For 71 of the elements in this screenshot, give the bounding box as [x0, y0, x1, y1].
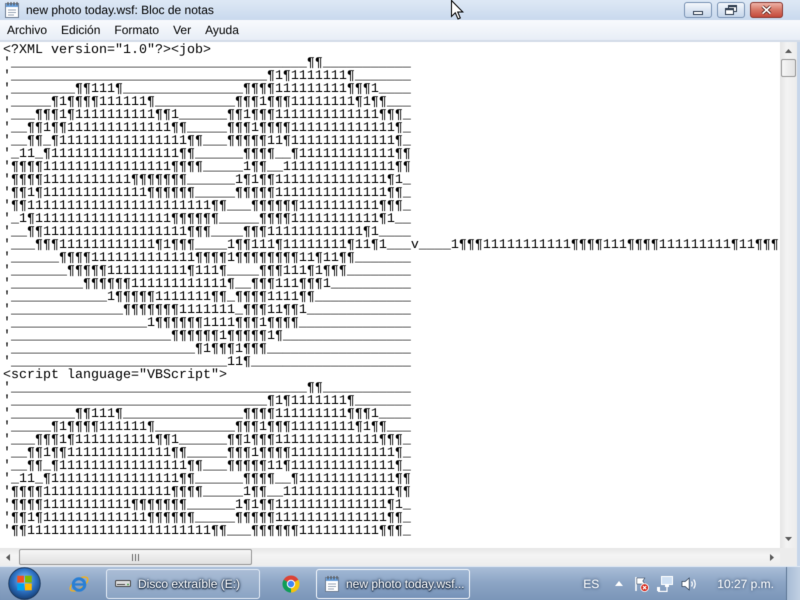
scroll-left-icon[interactable] — [6, 554, 10, 560]
grip-icon — [132, 554, 139, 560]
flag-error-icon[interactable] — [633, 576, 650, 592]
menu-item[interactable]: Ayuda — [198, 20, 246, 40]
text-line: '______________¶¶¶¶¶¶¶1111111_¶¶¶11¶¶1_____________ — [3, 304, 412, 317]
scroll-right-icon[interactable] — [770, 554, 774, 560]
text-line: '__¶¶1¶¶1111111111111¶¶_____¶¶¶1¶¶¶¶1111111111111¶_ — [3, 122, 412, 135]
scrollbar-thumb[interactable] — [781, 59, 796, 77]
text-line: '¶¶11111111111111111111111¶¶___¶¶¶¶¶¶1111111111¶¶¶_ — [3, 525, 412, 538]
restore-button[interactable] — [717, 2, 745, 18]
text-line: '_______¶¶¶¶¶1111111111¶111¶____¶¶¶111¶1¶¶¶________ — [3, 265, 412, 278]
restore-icon — [725, 5, 737, 15]
text-line: '__¶¶1¶¶1111111111111¶¶_____¶¶¶1¶¶¶¶1111111111111¶_ — [3, 447, 412, 460]
minimize-button[interactable] — [684, 2, 712, 18]
text-line: '________________________________¶1¶1111111¶_______ — [3, 395, 412, 408]
text-line: '_____¶1¶¶¶¶111111¶__________¶¶¶1¶¶¶11111111¶1¶¶___ — [3, 421, 412, 434]
scroll-up-icon[interactable] — [785, 49, 792, 53]
text-line: '________¶¶111¶_______________¶¶¶¶111111111¶¶¶1____ — [3, 83, 412, 96]
text-line: '__¶¶_¶1111111111111111¶¶___¶¶¶¶¶11¶1111111111111¶_ — [3, 135, 412, 148]
vertical-scrollbar[interactable] — [780, 42, 797, 548]
text-line: '¶¶¶¶11111111111¶¶¶¶¶¶¶______1¶1¶¶11111111111111¶1_ — [3, 174, 412, 187]
scrollbar-thumb[interactable] — [19, 549, 252, 565]
text-line: '¶¶1¶1111111111111¶¶¶¶¶¶_____¶¶¶¶¶11111111111111¶¶_ — [3, 187, 412, 200]
menu-item[interactable]: Ver — [166, 20, 198, 40]
notepad-icon — [325, 576, 339, 592]
text-line: '_____________________________________¶¶___________ — [3, 382, 412, 395]
text-line: '___¶¶¶1¶1111111111¶¶1______¶¶1¶¶¶1111111111111¶¶¶_ — [3, 109, 412, 122]
text-line: '____________________¶¶¶¶¶¶1¶¶¶¶¶1¶________________ — [3, 330, 412, 343]
close-button[interactable] — [750, 2, 783, 18]
text-line: '_11_¶1111111111111111¶¶______¶¶¶¶__¶111111111111¶¶ — [3, 473, 412, 486]
text-line: '__¶¶_¶1111111111111111¶¶___¶¶¶¶¶11¶1111111111111¶_ — [3, 460, 412, 473]
text-line: '¶¶¶¶1111111111111111¶¶¶¶_____1¶¶__11111111111111¶¶ — [3, 486, 412, 499]
scrollbar-corner — [780, 548, 797, 566]
menu-item[interactable]: Formato — [107, 20, 166, 40]
text-line: <script language="VBScript"> — [3, 369, 227, 382]
text-line: '_________________1¶¶¶¶¶¶1111¶¶¶1¶¶¶¶______________ — [3, 317, 412, 330]
speaker-icon[interactable] — [681, 576, 698, 592]
text-line: '__¶¶111111111111111111¶¶¶____¶¶¶111111111111¶1____ — [3, 226, 411, 239]
minimize-icon — [693, 11, 703, 15]
horizontal-scrollbar[interactable] — [0, 548, 780, 566]
caret-up-icon[interactable] — [615, 581, 624, 586]
text-line: '________¶¶111¶_______________¶¶¶¶111111111¶¶¶1____ — [3, 408, 412, 421]
notepad-icon — [5, 2, 19, 18]
text-line: '___¶¶¶1¶1111111111¶¶1______¶¶1¶¶¶1111111111111¶¶¶_ — [3, 434, 412, 447]
scroll-down-icon[interactable] — [785, 537, 792, 541]
text-line: '___________________________11¶____________________ — [3, 356, 412, 369]
network-icon[interactable] — [657, 576, 674, 592]
start-button[interactable] — [8, 567, 41, 600]
text-line: <?XML version="1.0"?><job> — [3, 44, 211, 57]
cursor-icon — [451, 0, 464, 20]
menu-item[interactable]: Edición — [54, 20, 108, 40]
text-line: '_____________________________________¶¶___________ — [3, 57, 412, 70]
text-line: '_______________________¶1¶¶¶1¶¶¶__________________ — [3, 343, 412, 356]
text-line: '¶¶¶¶1111111111111111¶¶¶¶_____1¶¶__11111111111111¶¶ — [3, 161, 412, 174]
window-title: new photo today.wsf: Bloc de notas — [26, 3, 214, 17]
text-line: '_11_¶1111111111111111¶¶______¶¶¶¶__¶111111111111¶¶ — [3, 148, 412, 161]
text-line: '______¶¶¶¶1111111111111¶¶¶¶1¶¶¶¶¶¶¶¶11¶11¶¶_______ — [3, 252, 412, 265]
text-line: '¶¶¶¶11111111111¶¶¶¶¶¶¶______1¶1¶¶11111111111111¶1_ — [3, 499, 412, 512]
text-line: '_1¶11111111111111111¶¶¶¶¶¶_____¶¶¶¶11111111111¶1__ — [3, 213, 412, 226]
text-line: '_____¶1¶¶¶¶111111¶__________¶¶¶1¶¶¶11111111¶1¶¶___ — [3, 96, 412, 109]
text-line: '_________¶¶¶¶¶¶111111111111¶__¶¶¶111¶¶¶1__________ — [3, 278, 412, 291]
close-icon — [761, 5, 772, 15]
text-line: '¶¶11111111111111111111111¶¶___¶¶¶¶¶¶1111111111¶¶¶_ — [3, 200, 412, 213]
drive-icon — [115, 580, 131, 587]
text-line: '¶¶1¶1111111111111¶¶¶¶¶¶_____¶¶¶¶¶11111111111111¶¶_ — [3, 512, 412, 525]
text-line: '________________________________¶1¶1111111¶_______ — [3, 70, 412, 83]
show-desktop-button[interactable] — [786, 567, 800, 600]
text-line: '____________1¶¶¶¶¶1111111¶¶_¶¶¶¶1111¶¶____________ — [3, 291, 412, 304]
text-line: '___¶¶¶111111111111¶1¶¶¶____1¶¶111¶11111111¶11¶1___v____1¶¶¶11111111111¶¶¶¶111¶¶¶¶111111111¶11¶¶¶ — [3, 239, 780, 252]
browser-icon[interactable] — [282, 574, 300, 592]
menu-item[interactable]: Archivo — [0, 20, 54, 40]
